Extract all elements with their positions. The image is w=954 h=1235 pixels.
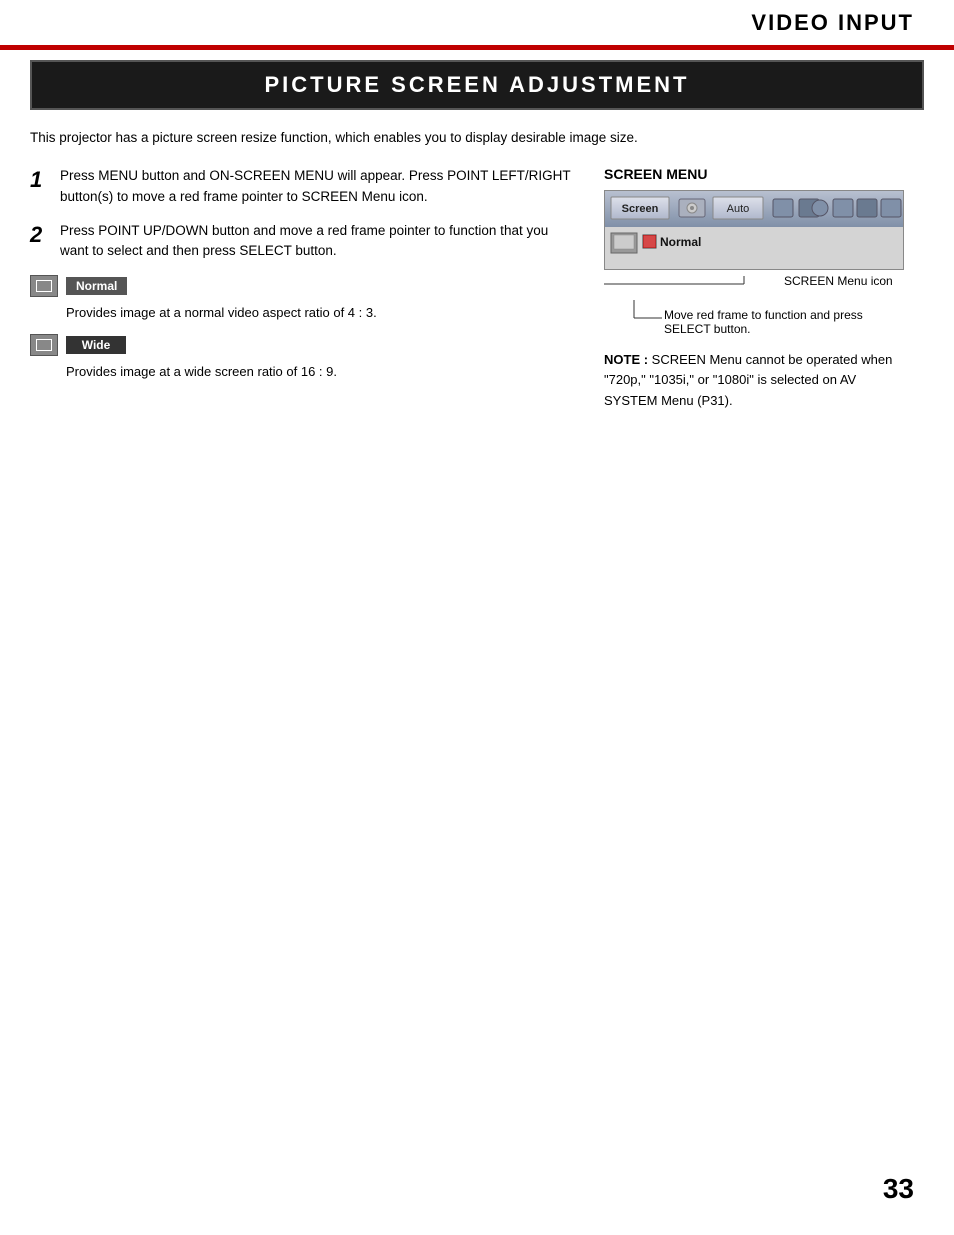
arrow-text-line1: Move red frame to function and press (664, 308, 863, 322)
left-column: 1 Press MENU button and ON-SCREEN MENU w… (30, 166, 574, 410)
main-content: PICTURE SCREEN ADJUSTMENT This projector… (30, 60, 924, 411)
step-2-text: Press POINT UP/DOWN button and move a re… (60, 221, 574, 262)
right-column: SCREEN MENU Screen (604, 166, 924, 410)
normal-option-label: Normal (66, 277, 127, 295)
normal-option-desc: Provides image at a normal video aspect … (66, 305, 574, 320)
arrow-text-line2: SELECT button. (664, 322, 863, 336)
normal-option-item: Normal (30, 275, 574, 297)
svg-text:Auto: Auto (727, 203, 750, 215)
wide-icon-inner (36, 339, 52, 351)
step-2-number: 2 (30, 218, 50, 262)
two-col-layout: 1 Press MENU button and ON-SCREEN MENU w… (30, 166, 924, 410)
step-2: 2 Press POINT UP/DOWN button and move a … (30, 221, 574, 262)
move-red-frame-text: Move red frame to function and press SEL… (664, 308, 863, 336)
normal-option-icon (30, 275, 58, 297)
svg-text:Normal: Normal (660, 235, 701, 249)
note-label: NOTE : (604, 352, 648, 367)
screen-menu-title: SCREEN MENU (604, 166, 924, 182)
wide-option-label: Wide (66, 336, 126, 354)
note-text: SCREEN Menu cannot be operated when "720… (604, 352, 892, 407)
section-banner: PICTURE SCREEN ADJUSTMENT (30, 60, 924, 110)
wide-option-desc: Provides image at a wide screen ratio of… (66, 364, 574, 379)
screen-menu-icon-label: SCREEN Menu icon (784, 274, 893, 288)
annotation-area: SCREEN Menu icon Move red frame to funct… (604, 272, 904, 336)
screen-menu-illustration: Screen Auto (604, 190, 904, 270)
header-underline (0, 48, 954, 50)
header: VIDEO INPUT (0, 0, 954, 48)
step-1: 1 Press MENU button and ON-SCREEN MENU w… (30, 166, 574, 207)
screen-menu-icon-annotation: SCREEN Menu icon (604, 274, 904, 294)
page-number: 33 (883, 1173, 914, 1205)
note-box: NOTE : SCREEN Menu cannot be operated wh… (604, 350, 904, 410)
intro-text: This projector has a picture screen resi… (30, 128, 924, 148)
normal-icon-inner (36, 280, 52, 292)
step-1-text: Press MENU button and ON-SCREEN MENU wil… (60, 166, 574, 207)
svg-text:Screen: Screen (622, 203, 659, 215)
wide-option-item: Wide (30, 334, 574, 356)
move-red-frame-annotation: Move red frame to function and press SEL… (604, 300, 904, 336)
step-1-number: 1 (30, 163, 50, 207)
header-title: VIDEO INPUT (751, 10, 914, 36)
wide-option-icon (30, 334, 58, 356)
frame-leader-line (604, 300, 664, 336)
icon-leader-line (604, 274, 784, 294)
